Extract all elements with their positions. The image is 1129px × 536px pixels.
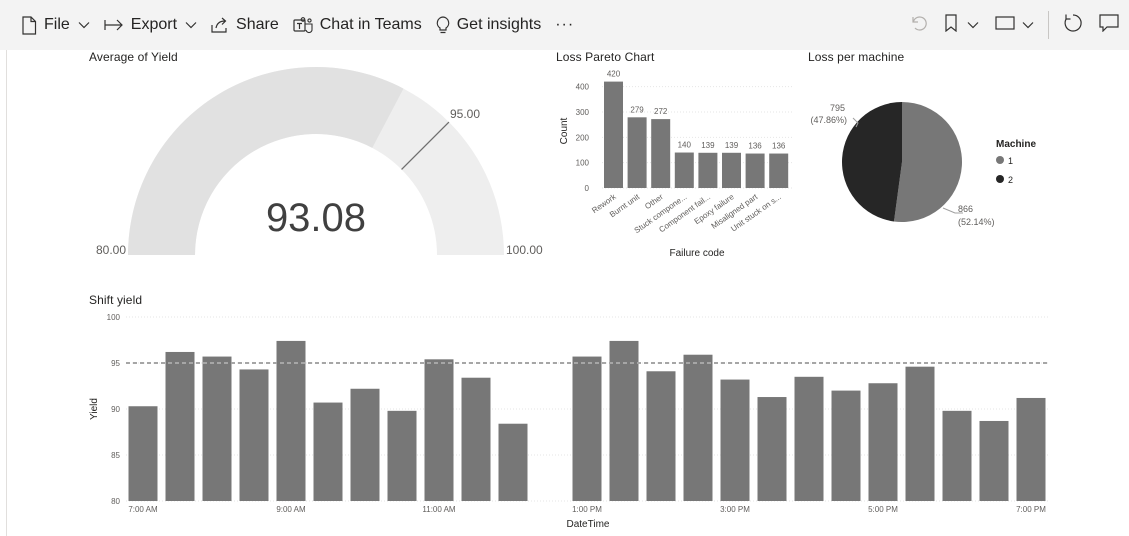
bar: [609, 340, 639, 501]
bar: [165, 351, 195, 501]
bar: [276, 340, 306, 501]
bar: [350, 388, 380, 501]
bar: [239, 369, 269, 501]
shift-y-axis-title: Yield: [89, 398, 100, 420]
x-tick-label: 9:00 AM: [276, 505, 306, 514]
y-tick-label: 100: [107, 313, 121, 322]
shift-yield-chart[interactable]: 80 85 90 95 100 7:00 AM 9:00 AM 11:00 AM 1:00 P…: [0, 0, 1129, 536]
bar: [831, 390, 861, 501]
bar: [683, 354, 713, 501]
bar: [720, 379, 750, 501]
y-tick-label: 85: [111, 451, 120, 460]
bar: [942, 410, 972, 501]
bar: [498, 423, 528, 501]
x-tick-label: 1:00 PM: [572, 505, 602, 514]
bar: [202, 356, 232, 501]
y-tick-label: 80: [111, 497, 120, 506]
bar: [387, 410, 417, 501]
y-tick-label: 90: [111, 405, 120, 414]
bar: [757, 397, 787, 501]
bar: [1016, 397, 1046, 501]
shift-x-axis-title: DateTime: [567, 519, 610, 530]
x-tick-label: 3:00 PM: [720, 505, 750, 514]
y-tick-label: 95: [111, 359, 120, 368]
shift-y-axis: 80 85 90 95 100: [107, 313, 121, 506]
bar: [313, 402, 343, 501]
bar: [646, 371, 676, 501]
bar: [868, 383, 898, 501]
x-tick-label: 7:00 AM: [128, 505, 158, 514]
bar: [424, 359, 454, 501]
x-tick-label: 7:00 PM: [1016, 505, 1046, 514]
bar: [572, 356, 602, 501]
x-tick-label: 11:00 AM: [422, 505, 456, 514]
bar: [905, 366, 935, 501]
shift-bars: [128, 340, 1046, 501]
bar: [128, 406, 158, 501]
bar: [461, 377, 491, 501]
bar: [794, 376, 824, 501]
x-tick-label: 5:00 PM: [868, 505, 898, 514]
shift-x-axis: 7:00 AM 9:00 AM 11:00 AM 1:00 PM 3:00 PM 5:00…: [128, 505, 1046, 514]
bar: [979, 420, 1009, 501]
